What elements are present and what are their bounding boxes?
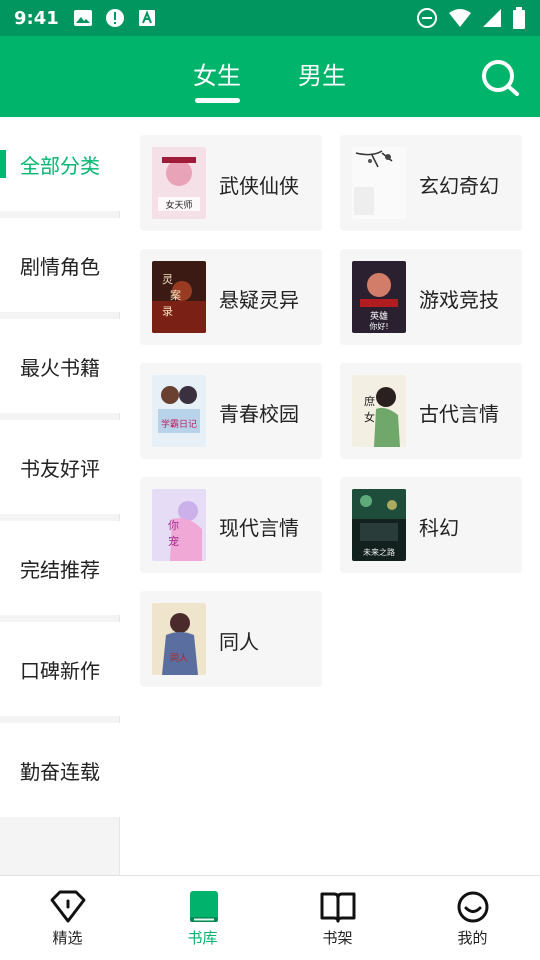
category-card-campus[interactable]: 学霸日记 青春校园 bbox=[140, 363, 322, 459]
book-cover-image: 同人 bbox=[152, 603, 206, 675]
sidebar-item-all[interactable]: 全部分类 bbox=[0, 117, 120, 211]
category-name: 古代言情 bbox=[419, 402, 499, 426]
svg-text:录: 录 bbox=[162, 305, 173, 318]
signal-icon bbox=[483, 9, 501, 27]
search-icon[interactable] bbox=[480, 58, 520, 98]
nav-label: 精选 bbox=[52, 929, 83, 947]
status-bar: 9:41 bbox=[0, 0, 540, 36]
status-time: 9:41 bbox=[14, 7, 59, 29]
svg-text:宠: 宠 bbox=[168, 534, 179, 548]
nav-library[interactable]: 书库 bbox=[135, 876, 270, 960]
top-header: 女生 男生 bbox=[0, 36, 540, 117]
alert-notification-icon bbox=[105, 9, 124, 27]
active-marker bbox=[0, 150, 6, 178]
active-tab-indicator bbox=[195, 98, 240, 103]
category-card-fantasy[interactable]: 玄幻奇幻 bbox=[340, 135, 522, 231]
bottom-navigation: 精选 书库 书架 我的 bbox=[0, 875, 540, 960]
svg-text:未来之路: 未来之路 bbox=[363, 547, 395, 557]
sidebar-item-label: 口碑新作 bbox=[20, 658, 100, 683]
svg-text:灵: 灵 bbox=[162, 273, 173, 286]
smiley-icon bbox=[457, 891, 489, 923]
sidebar-item-completed[interactable]: 完结推荐 bbox=[0, 521, 120, 615]
sidebar-item-label: 剧情角色 bbox=[20, 254, 100, 279]
sidebar-item-label: 最火书籍 bbox=[20, 355, 100, 380]
book-cover-image: 你 宠 bbox=[152, 489, 206, 561]
sidebar-item-hottest[interactable]: 最火书籍 bbox=[0, 319, 120, 413]
svg-text:你好!: 你好! bbox=[369, 321, 388, 331]
sidebar-item-plot-roles[interactable]: 剧情角色 bbox=[0, 218, 120, 312]
wifi-icon bbox=[449, 9, 471, 27]
book-cover-image: 灵 案 录 bbox=[152, 261, 206, 333]
nav-label: 书库 bbox=[187, 929, 218, 947]
sidebar-item-label: 全部分类 bbox=[20, 153, 100, 178]
sidebar-item-label: 勤奋连载 bbox=[20, 759, 100, 784]
category-name: 同人 bbox=[219, 630, 259, 654]
category-name: 悬疑灵异 bbox=[219, 288, 299, 312]
category-card-mystery[interactable]: 灵 案 录 悬疑灵异 bbox=[140, 249, 322, 345]
nav-featured[interactable]: 精选 bbox=[0, 876, 135, 960]
tab-male[interactable]: 男生 bbox=[298, 56, 346, 91]
category-name: 武侠仙侠 bbox=[219, 174, 299, 198]
battery-icon bbox=[513, 7, 525, 29]
nav-label: 书架 bbox=[322, 929, 353, 947]
svg-text:同人: 同人 bbox=[170, 653, 188, 664]
category-card-modern-romance[interactable]: 你 宠 现代言情 bbox=[140, 477, 322, 573]
image-notification-icon bbox=[73, 10, 92, 26]
category-name: 游戏竞技 bbox=[419, 288, 499, 312]
svg-text:英雄: 英雄 bbox=[370, 310, 388, 322]
sidebar-item-reader-praise[interactable]: 书友好评 bbox=[0, 420, 120, 514]
category-card-wuxia[interactable]: 女天师 武侠仙侠 bbox=[140, 135, 322, 231]
nav-bookshelf[interactable]: 书架 bbox=[270, 876, 405, 960]
open-book-icon bbox=[320, 892, 356, 923]
book-cover-image: 女天师 bbox=[152, 147, 206, 219]
book-cover-image: 学霸日记 bbox=[152, 375, 206, 447]
category-card-ancient-romance[interactable]: 庶 女 古代言情 bbox=[340, 363, 522, 459]
diamond-icon bbox=[50, 890, 86, 923]
svg-text:女天师: 女天师 bbox=[165, 199, 192, 211]
sidebar-item-serializing[interactable]: 勤奋连载 bbox=[0, 723, 120, 817]
tab-female[interactable]: 女生 bbox=[193, 56, 241, 91]
category-name: 现代言情 bbox=[219, 516, 299, 540]
category-name: 科幻 bbox=[419, 516, 459, 540]
sidebar-item-label: 书友好评 bbox=[20, 456, 100, 481]
category-card-gaming[interactable]: 英雄 你好! 游戏竞技 bbox=[340, 249, 522, 345]
svg-text:你: 你 bbox=[168, 519, 179, 532]
text-notification-icon bbox=[138, 10, 155, 26]
sidebar-item-label: 完结推荐 bbox=[20, 557, 100, 582]
book-cover-image bbox=[352, 147, 406, 219]
book-cover-image: 英雄 你好! bbox=[352, 261, 406, 333]
category-name: 青春校园 bbox=[219, 402, 299, 426]
book-cover-image: 庶 女 bbox=[352, 375, 406, 447]
do-not-disturb-icon bbox=[417, 8, 437, 28]
book-icon bbox=[190, 891, 218, 922]
svg-text:案: 案 bbox=[170, 288, 181, 302]
nav-label: 我的 bbox=[457, 929, 488, 947]
sidebar-item-new-acclaimed[interactable]: 口碑新作 bbox=[0, 622, 120, 716]
category-card-scifi[interactable]: 未来之路 科幻 bbox=[340, 477, 522, 573]
svg-text:庶: 庶 bbox=[364, 394, 375, 408]
category-name: 玄幻奇幻 bbox=[419, 174, 499, 198]
category-grid: 女天师 武侠仙侠 玄幻奇幻 灵 案 录 悬疑灵异 英雄 你好! 游戏竞技 学霸日… bbox=[121, 117, 540, 875]
book-cover-image: 未来之路 bbox=[352, 489, 406, 561]
nav-mine[interactable]: 我的 bbox=[405, 876, 540, 960]
svg-text:学霸日记: 学霸日记 bbox=[161, 418, 197, 430]
svg-text:女: 女 bbox=[364, 410, 375, 424]
category-sidebar: 全部分类 剧情角色 最火书籍 书友好评 完结推荐 口碑新作 勤奋连载 bbox=[0, 117, 120, 875]
category-card-fanfic[interactable]: 同人 同人 bbox=[140, 591, 322, 687]
